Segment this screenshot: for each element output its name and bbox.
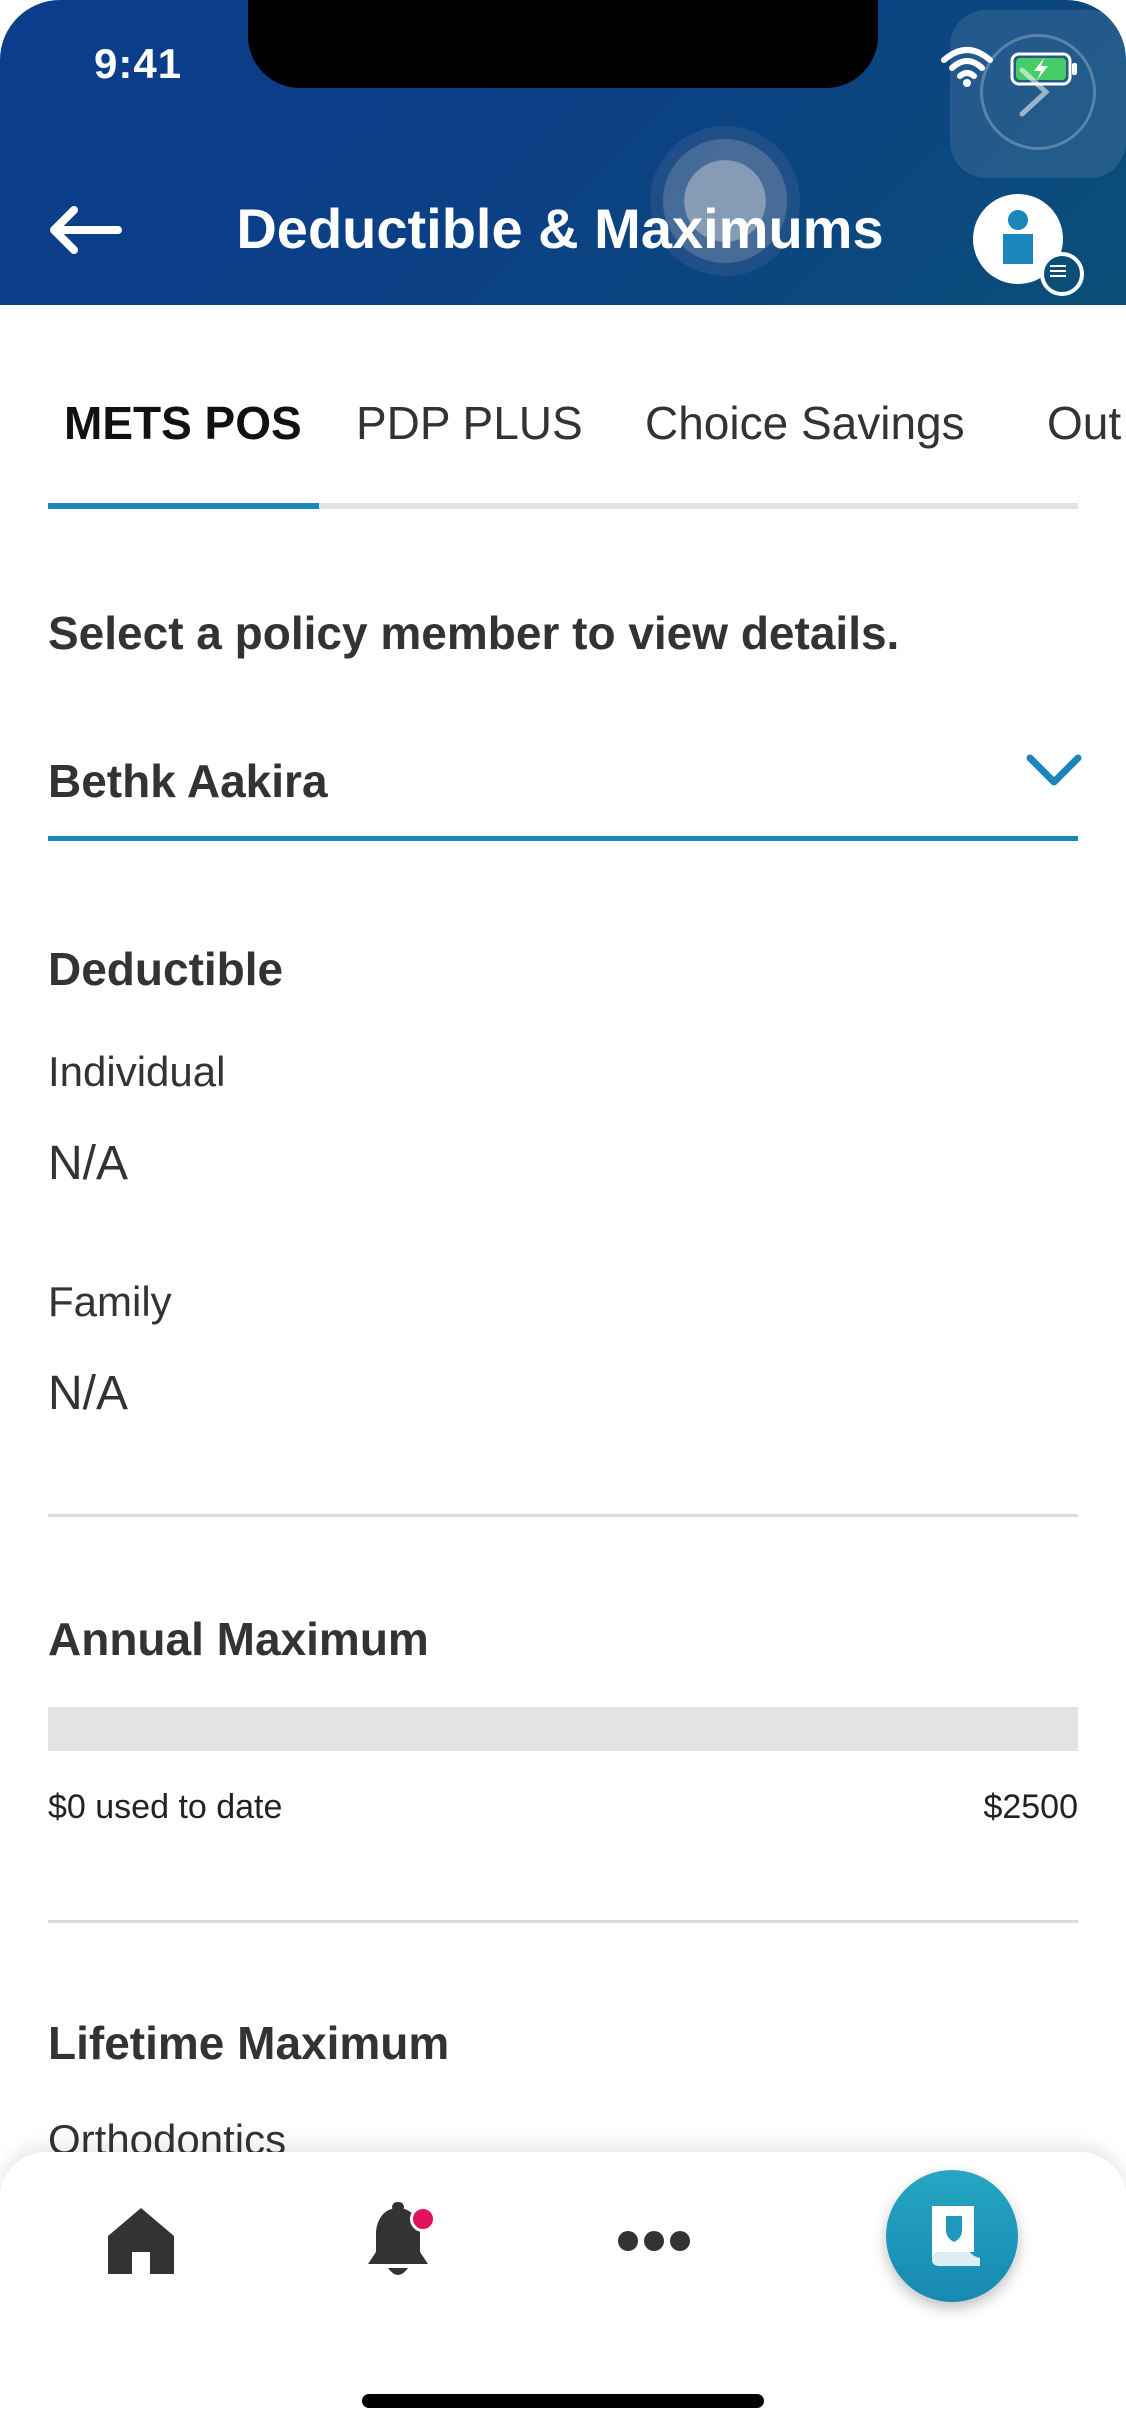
family-label: Family xyxy=(48,1278,172,1325)
home-indicator xyxy=(362,2394,764,2408)
used-to-date-text: $0 used to date xyxy=(48,1788,283,1826)
tab-active-indicator xyxy=(48,503,319,509)
tab-choice-savings[interactable]: Choice Savings xyxy=(645,396,965,450)
assistive-chevron-icon xyxy=(1019,67,1050,117)
section-divider xyxy=(48,1514,1078,1517)
page-title: Deductible & Maximums xyxy=(236,197,884,260)
user-icon xyxy=(1003,210,1033,264)
deductible-heading: Deductible xyxy=(48,943,284,995)
individual-label: Individual xyxy=(48,1048,226,1095)
annual-maximum-progress-track xyxy=(48,1707,1078,1751)
member-select-underline xyxy=(48,836,1078,841)
tab-out[interactable]: Out xyxy=(1047,396,1121,450)
annual-maximum-heading: Annual Maximum xyxy=(48,1613,429,1665)
tab-mets-pos[interactable]: METS POS xyxy=(64,396,302,450)
member-select-value[interactable]: Bethk Aakira xyxy=(48,754,328,808)
individual-value: N/A xyxy=(48,1137,129,1190)
lifetime-maximum-heading: Lifetime Maximum xyxy=(48,2017,450,2069)
tab-pdp-plus[interactable]: PDP PLUS xyxy=(356,396,583,450)
chevron-down-icon[interactable] xyxy=(1026,750,1082,790)
annual-maximum-amount: $2500 xyxy=(983,1788,1078,1826)
family-value: N/A xyxy=(48,1367,129,1420)
section-divider xyxy=(48,1920,1078,1923)
notification-dot xyxy=(410,2206,436,2232)
home-icon[interactable] xyxy=(104,2204,178,2278)
menu-badge-icon xyxy=(1040,252,1084,296)
status-time: 9:41 xyxy=(94,40,183,87)
policy-card-icon xyxy=(932,2206,980,2266)
member-select-prompt: Select a policy member to view details. xyxy=(48,607,900,659)
back-arrow-icon[interactable] xyxy=(44,200,124,260)
device-notch xyxy=(248,0,878,88)
more-icon[interactable] xyxy=(616,2226,692,2256)
